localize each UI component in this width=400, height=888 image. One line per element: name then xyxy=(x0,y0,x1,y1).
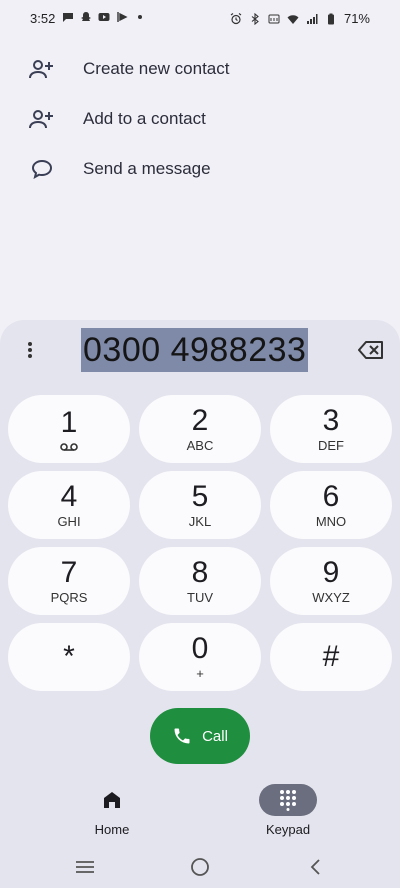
key-digit: 4 xyxy=(60,480,78,513)
status-bar: 3:52 71% xyxy=(0,0,400,38)
key-letters: PQRS xyxy=(50,590,88,605)
voicemail-icon xyxy=(60,443,78,451)
snapchat-icon xyxy=(81,12,91,21)
key-3[interactable]: 3 DEF xyxy=(270,395,392,463)
more-options-button[interactable] xyxy=(18,338,42,362)
key-letters: JKL xyxy=(188,514,212,529)
volte-icon xyxy=(268,14,280,23)
key-digit: # xyxy=(322,640,340,673)
key-digit: 8 xyxy=(191,556,209,589)
key-7[interactable]: 7 PQRS xyxy=(8,547,130,615)
back-chevron-icon xyxy=(310,859,320,875)
nav-keypad-label: Keypad xyxy=(265,822,311,837)
send-message-label: Send a message xyxy=(83,159,211,178)
key-digit: 5 xyxy=(191,480,209,513)
status-time: 3:52 xyxy=(30,11,56,26)
key-5[interactable]: 5 JKL xyxy=(139,471,261,539)
home-circle-icon xyxy=(191,858,209,876)
bottom-nav: Home Keypad xyxy=(0,784,400,840)
create-new-contact-row[interactable]: Create new contact xyxy=(0,44,400,94)
key-6[interactable]: 6 MNO xyxy=(270,471,392,539)
add-to-contact-row[interactable]: Add to a contact xyxy=(0,94,400,144)
play-icon xyxy=(117,12,128,22)
system-back-button[interactable] xyxy=(302,855,328,879)
key-4[interactable]: 4 GHI xyxy=(8,471,130,539)
alarm-icon xyxy=(230,12,242,24)
backspace-button[interactable] xyxy=(358,339,384,361)
battery-level: 71% xyxy=(343,11,370,26)
key-letters: DEF xyxy=(318,438,344,453)
key-digit: 2 xyxy=(191,404,209,437)
key-letters: WXYZ xyxy=(312,590,350,605)
dot-icon xyxy=(138,15,142,19)
key-digit: * xyxy=(63,640,75,673)
status-right: 71% xyxy=(230,11,370,26)
bluetooth-icon xyxy=(251,12,259,25)
recents-button[interactable] xyxy=(72,855,98,879)
key-letters: GHI xyxy=(57,514,81,529)
key-digit: 7 xyxy=(60,556,78,589)
nav-home-icon-wrap xyxy=(83,784,141,816)
phone-icon xyxy=(174,728,190,744)
more-vert-icon xyxy=(28,342,32,358)
key-letters: ABC xyxy=(186,438,214,453)
add-to-contact-label: Add to a contact xyxy=(83,109,206,128)
key-0[interactable]: 0 + xyxy=(139,623,261,691)
backspace-icon xyxy=(358,341,383,359)
chat-bubble-icon xyxy=(63,13,73,22)
number-row: 0300 4988233 xyxy=(0,328,400,372)
key-9[interactable]: 9 WXYZ xyxy=(270,547,392,615)
key-1[interactable]: 1 xyxy=(8,395,130,463)
system-nav xyxy=(0,850,400,884)
youtube-icon xyxy=(98,13,110,21)
add-person-icon xyxy=(29,58,55,80)
call-label: Call xyxy=(202,727,228,745)
number-actions-list: Create new contact Add to a contact Send… xyxy=(0,44,400,194)
message-icon xyxy=(29,158,55,180)
wifi-icon xyxy=(287,14,299,24)
key-digit: 1 xyxy=(60,406,78,439)
key-star[interactable]: * xyxy=(8,623,130,691)
nav-home-label: Home xyxy=(94,822,130,837)
send-message-row[interactable]: Send a message xyxy=(0,144,400,194)
add-person-icon xyxy=(29,108,55,130)
key-letters: TUV xyxy=(187,590,213,605)
key-2[interactable]: 2 ABC xyxy=(139,395,261,463)
status-left-icons xyxy=(62,11,146,23)
key-hash[interactable]: # xyxy=(270,623,392,691)
key-digit: 9 xyxy=(322,556,340,589)
nav-keypad[interactable]: Keypad xyxy=(248,784,328,837)
battery-icon xyxy=(327,13,334,24)
nav-keypad-icon-wrap xyxy=(259,784,317,816)
signal-icon xyxy=(306,13,318,24)
key-8[interactable]: 8 TUV xyxy=(139,547,261,615)
key-digit: 0 xyxy=(191,632,209,665)
home-icon xyxy=(104,792,120,808)
key-letters: MNO xyxy=(315,514,347,529)
call-button[interactable]: Call xyxy=(150,708,250,764)
recents-icon xyxy=(76,861,94,873)
key-digit: 6 xyxy=(322,480,340,513)
system-home-button[interactable] xyxy=(187,855,213,879)
dialpad-icon xyxy=(280,790,296,811)
nav-home[interactable]: Home xyxy=(76,784,148,837)
key-letters: + xyxy=(196,666,204,681)
create-new-contact-label: Create new contact xyxy=(83,59,230,78)
key-digit: 3 xyxy=(322,404,340,437)
dialed-number[interactable]: 0300 4988233 xyxy=(81,328,309,372)
